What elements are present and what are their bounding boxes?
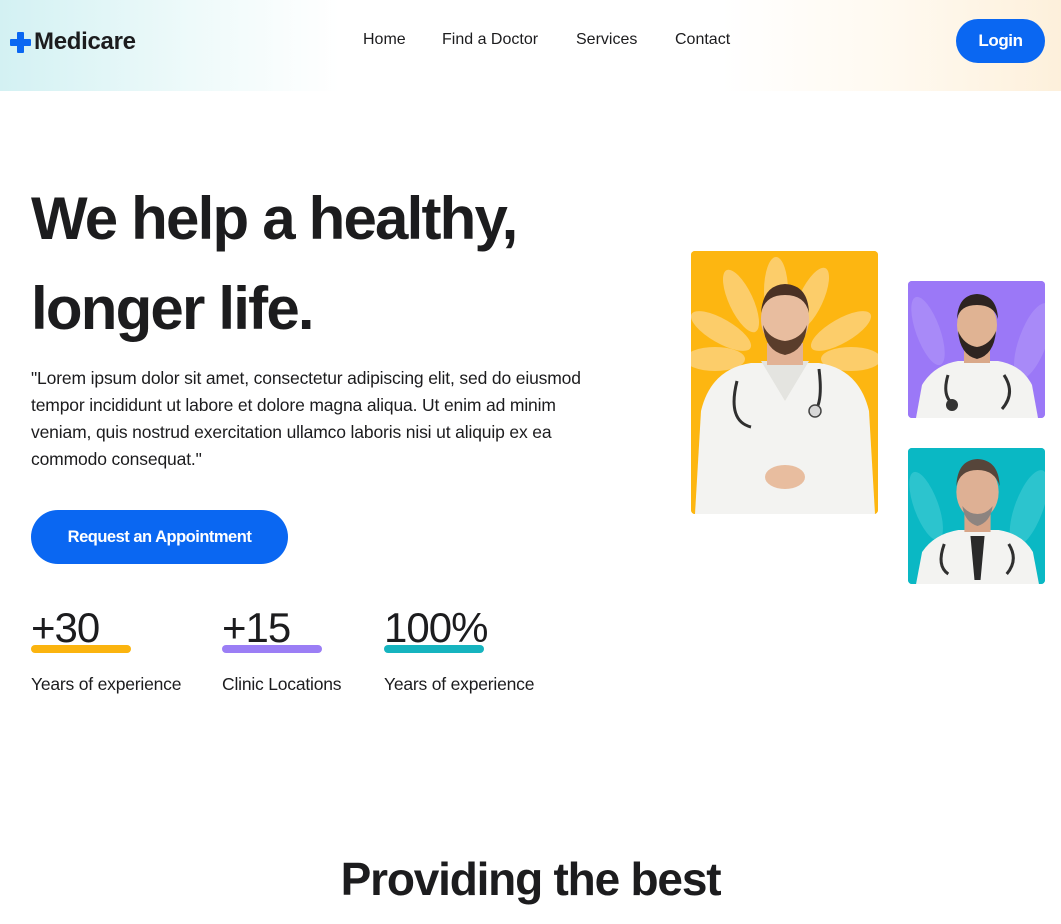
stat-value: +15 bbox=[222, 604, 291, 651]
doctor-card-small-bottom bbox=[908, 448, 1045, 584]
doctor-card-large bbox=[691, 251, 878, 514]
stat-value: +30 bbox=[31, 604, 100, 651]
hero-title-line-1: We help a healthy, bbox=[31, 185, 518, 252]
nav-services-link[interactable]: Services bbox=[576, 31, 637, 49]
stat-satisfaction: 100% Years of experience bbox=[384, 604, 534, 695]
nav-home-link[interactable]: Home bbox=[363, 31, 406, 49]
stat-clinic-locations: +15 Clinic Locations bbox=[222, 604, 342, 695]
nav-find-doctor-link[interactable]: Find a Doctor bbox=[442, 31, 538, 49]
stat-label: Years of experience bbox=[31, 674, 182, 694]
stat-label: Clinic Locations bbox=[222, 674, 342, 694]
nav-contact-link[interactable]: Contact bbox=[675, 31, 730, 49]
stat-label: Years of experience bbox=[384, 674, 535, 694]
hero-title-line-2: longer life. bbox=[31, 275, 315, 342]
stat-value: 100% bbox=[384, 604, 488, 651]
hero-title: We help a healthy, longer life. bbox=[31, 174, 651, 354]
main-nav: Home Find a Doctor Services Contact bbox=[0, 31, 1061, 53]
doctor-card-small-top bbox=[908, 281, 1045, 418]
section-title: Providing the best bbox=[340, 853, 722, 905]
doctor-photo bbox=[908, 448, 1045, 584]
stat-experience: +30 Years of experience bbox=[31, 604, 181, 695]
request-appointment-button[interactable]: Request an Appointment bbox=[31, 510, 288, 564]
doctor-photo bbox=[908, 281, 1045, 418]
site-header: Medicare Home Find a Doctor Services Con… bbox=[0, 0, 1061, 91]
login-button[interactable]: Login bbox=[956, 19, 1045, 63]
doctor-photo bbox=[691, 251, 878, 514]
hero-description: "Lorem ipsum dolor sit amet, consectetur… bbox=[31, 368, 581, 469]
